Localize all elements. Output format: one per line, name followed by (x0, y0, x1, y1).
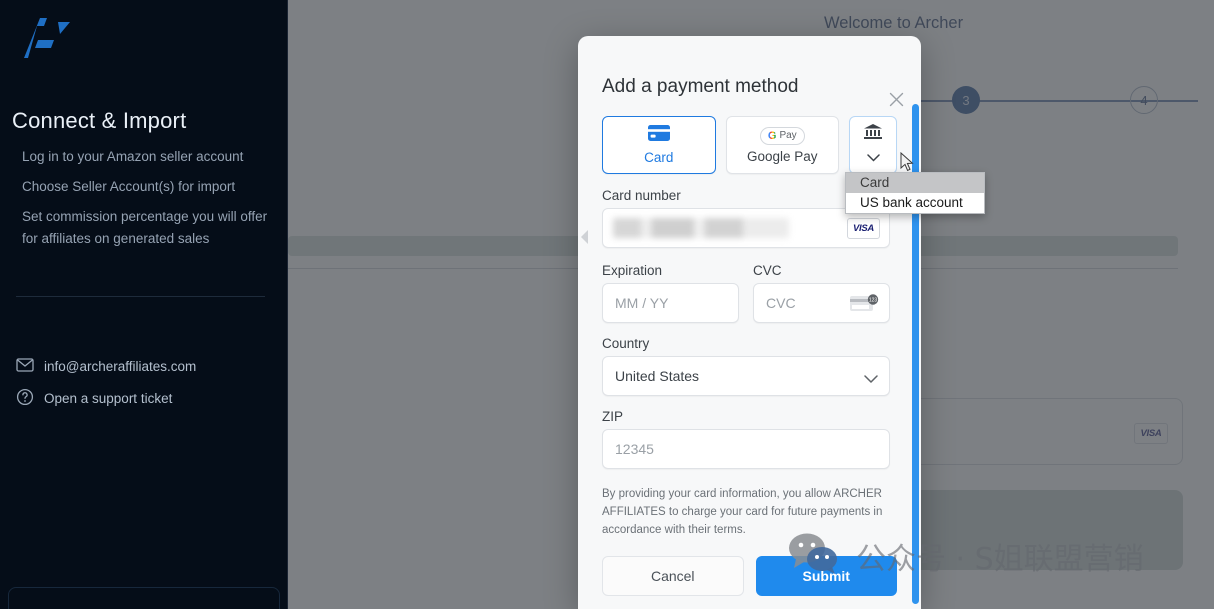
expiration-label: Expiration (602, 263, 663, 278)
expiration-input[interactable]: MM / YY (602, 283, 739, 323)
page-title: Connect & Import (12, 108, 187, 133)
modal-actions: Cancel Submit (602, 556, 897, 596)
sidebar: Connect & Import Log in to your Amazon s… (0, 0, 288, 609)
google-pay-pay-text: Pay (779, 130, 797, 141)
zip-placeholder: 12345 (615, 441, 654, 457)
sidebar-support-label: Open a support ticket (44, 391, 173, 406)
cvc-hint-icon: 123 (850, 294, 880, 314)
zip-label: ZIP (602, 409, 624, 424)
list-item: Set commission percentage you will offer… (22, 209, 268, 246)
card-number-redacted-value (613, 218, 789, 238)
legal-disclaimer: By providing your card information, you … (602, 488, 883, 536)
expiration-placeholder: MM / YY (615, 295, 669, 311)
google-pay-icon: G Pay (759, 126, 805, 145)
tab-card[interactable]: Card (602, 116, 716, 174)
visa-badge-icon: VISA (847, 218, 880, 239)
list-item: Log in to your Amazon seller account (22, 149, 244, 164)
envelope-icon (16, 358, 34, 375)
cancel-button[interactable]: Cancel (602, 556, 744, 596)
add-payment-method-modal: Add a payment method Card G Pay Google P… (578, 36, 921, 609)
payment-method-dropdown[interactable]: Card US bank account (845, 172, 985, 214)
tab-google-pay[interactable]: G Pay Google Pay (725, 116, 840, 174)
sidebar-bottom-card (8, 587, 280, 609)
bank-icon (863, 123, 883, 145)
chevron-down-icon (866, 149, 880, 167)
close-icon[interactable] (885, 88, 907, 110)
zip-input[interactable]: 12345 (602, 429, 890, 469)
sidebar-divider (16, 296, 265, 297)
modal-collapse-arrow-icon[interactable] (580, 229, 589, 250)
sidebar-contact-group: info@archeraffiliates.com Open a support… (16, 358, 276, 422)
credit-card-icon (647, 125, 670, 146)
list-item: Choose Seller Account(s) for import (22, 179, 236, 194)
svg-text:123: 123 (869, 298, 878, 304)
cvc-placeholder: CVC (766, 295, 796, 311)
archer-logo (14, 12, 74, 64)
sidebar-step-list: Log in to your Amazon seller account Cho… (22, 146, 272, 258)
cvc-label: CVC (753, 263, 782, 278)
country-label: Country (602, 336, 650, 351)
dropdown-option-card[interactable]: Card (846, 173, 984, 193)
cvc-input[interactable]: CVC 123 (753, 283, 890, 323)
tab-google-pay-label: Google Pay (747, 148, 818, 164)
dropdown-option-us-bank-account[interactable]: US bank account (846, 193, 984, 213)
submit-button[interactable]: Submit (755, 556, 897, 596)
sidebar-email-label: info@archeraffiliates.com (44, 359, 197, 374)
card-number-input[interactable]: VISA (602, 208, 890, 248)
app-root: Connect & Import Log in to your Amazon s… (0, 0, 1214, 609)
tab-more-methods[interactable] (849, 116, 897, 174)
sidebar-item-email[interactable]: info@archeraffiliates.com (16, 358, 276, 375)
tab-card-label: Card (644, 150, 674, 165)
mouse-cursor (900, 151, 914, 177)
question-circle-icon (16, 388, 34, 409)
chevron-down-icon (864, 371, 878, 387)
modal-title: Add a payment method (602, 76, 799, 97)
payment-method-tabs: Card G Pay Google Pay (602, 116, 897, 174)
google-pay-g-letter: G (767, 129, 777, 142)
sidebar-item-support-ticket[interactable]: Open a support ticket (16, 388, 276, 409)
country-selected-value: United States (615, 368, 700, 384)
country-select[interactable]: United States (602, 356, 890, 396)
